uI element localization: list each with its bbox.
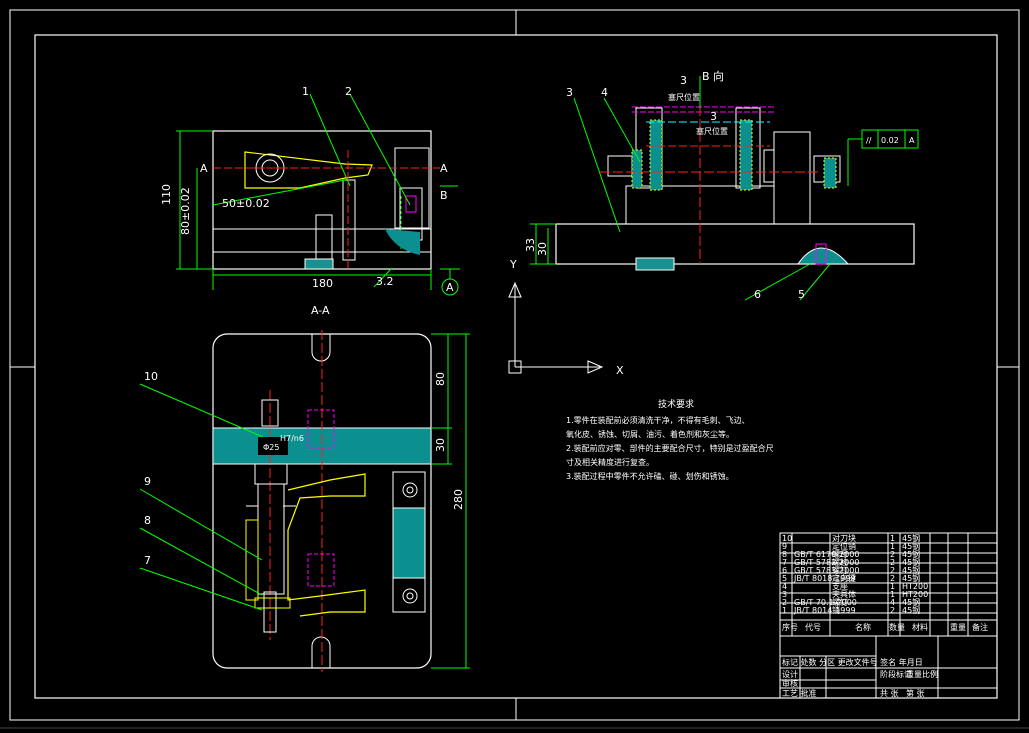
tb-sign-row-0: 标记 处数 分区 更改文件号 签名 年月日 (782, 657, 923, 667)
technical-requirements: 技术要求 1.零件在装配前必须清洗干净，不得有毛刺、飞边、 氧化皮、锈蚀、切屑、… (566, 398, 786, 484)
tb-sign-row-3: 工艺 批准 (782, 688, 817, 698)
dim-280-vertical: 280 (452, 489, 465, 510)
feeler-3-mid: 3 (710, 110, 717, 123)
tb-header-seq: 序号 (782, 622, 798, 632)
title-block-text: 序号 代号 名称 数量 材料 重量 备注 10 对刀块 1 45钢9 定位销 1 45钢8 G… (782, 533, 988, 698)
part-label-4: 4 (601, 86, 608, 99)
cad-drawing-canvas: 110 80±0.02 50±0.02 180 3.2 A A A B 1 2 … (0, 9, 1029, 729)
tb-stage-1: 重量 (906, 669, 922, 679)
dim-50: 50±0.02 (222, 197, 270, 210)
tb-row-9-col-2: 销 (832, 605, 840, 615)
part-label-7: 7 (144, 554, 151, 567)
part-label-5: 5 (798, 288, 805, 301)
tech-req-line-3: 2.装配前应对零、部件的主要配合尺寸，特别是过盈配合尺 (566, 444, 774, 453)
tolerance-symbol: // (866, 136, 872, 145)
tb-sign-row-2: 审核 (782, 678, 798, 688)
section-view: A-A 80 30 280 Φ25 H7/n6 10 9 8 7 (139, 304, 470, 672)
roughness-3-2: 3.2 (376, 275, 394, 288)
tb-stage-2: 比例 (922, 669, 938, 679)
tb-header-mat: 材料 (912, 622, 928, 632)
dim-80-vertical: 80 (434, 372, 447, 386)
ucs-x-label: X (616, 364, 624, 377)
tb-header-code: 代号 (805, 622, 821, 632)
ucs-y-label: Y (509, 258, 517, 271)
view-b-mark: B (440, 189, 448, 202)
tb-row-9-col-4: 45钢 (902, 605, 920, 615)
tb-sign-row-1: 设计 (782, 669, 798, 679)
section-mark-right: A (440, 162, 448, 175)
tb-sheet-0: 共 张 (880, 689, 899, 698)
dim-diameter-25: Φ25 (263, 443, 279, 452)
dim-30-vertical: 30 (434, 438, 447, 452)
dim-fit-h7n6: H7/n6 (280, 434, 304, 443)
section-title: A-A (311, 304, 330, 317)
tech-req-line-1: 1.零件在装配前必须清洗干净，不得有毛刺、飞边、 (566, 416, 750, 425)
tech-req-line-4: 寸及相关精度进行复查。 (566, 458, 654, 467)
part-label-10: 10 (144, 370, 158, 383)
tolerance-value: 0.02 (881, 136, 899, 145)
front-view: 110 80±0.02 50±0.02 180 3.2 A A A B 1 2 (160, 85, 460, 296)
tb-sheet-1: 第 张 (906, 688, 925, 698)
tb-row-9-col-1: JB/T 8014-1999 (793, 606, 856, 615)
tb-row-9-col-0: 1 (782, 606, 787, 615)
dim-30-side: 30 (536, 242, 549, 256)
datum-a: A (446, 281, 454, 294)
tb-header-weight: 重量 (950, 622, 966, 632)
part-label-3: 3 (566, 86, 573, 99)
dim-110: 110 (160, 184, 173, 205)
tech-req-line-2: 氧化皮、锈蚀、切屑、油污、着色剂和灰尘等。 (566, 430, 734, 439)
feeler-label-1: 塞尺位置 (668, 92, 700, 102)
part-label-9: 9 (144, 475, 151, 488)
dim-80: 80±0.02 (179, 187, 192, 235)
part-label-2: 2 (345, 85, 352, 98)
section-mark-left: A (200, 162, 208, 175)
tolerance-datum: A (909, 136, 915, 145)
tb-header-qty: 数量 (889, 622, 905, 632)
dim-180: 180 (312, 277, 333, 290)
tb-row-9-col-3: 2 (890, 606, 895, 615)
feeler-label-2: 塞尺位置 (696, 126, 728, 136)
feeler-3-top: 3 (680, 74, 687, 87)
side-view: 33 30 // 0.02 A 3 4 6 5 B 向 3 塞尺位置 3 塞尺位… (524, 69, 919, 301)
part-label-6: 6 (754, 288, 761, 301)
tb-header-remark: 备注 (972, 622, 988, 632)
tech-req-title: 技术要求 (657, 400, 694, 410)
tb-rows: 10 对刀块 1 45钢9 定位销 1 45钢8 GB/T 6170-2000螺母 2 45钢7 G… (782, 533, 928, 615)
tb-header-name: 名称 (855, 622, 871, 632)
tech-req-line-5: 3.装配过程中零件不允许磕、碰、划伤和锈蚀。 (566, 472, 734, 481)
part-label-1: 1 (302, 85, 309, 98)
part-label-8: 8 (144, 514, 151, 527)
view-b-label: B 向 (702, 69, 724, 83)
ucs-icon: Y X (508, 258, 624, 377)
